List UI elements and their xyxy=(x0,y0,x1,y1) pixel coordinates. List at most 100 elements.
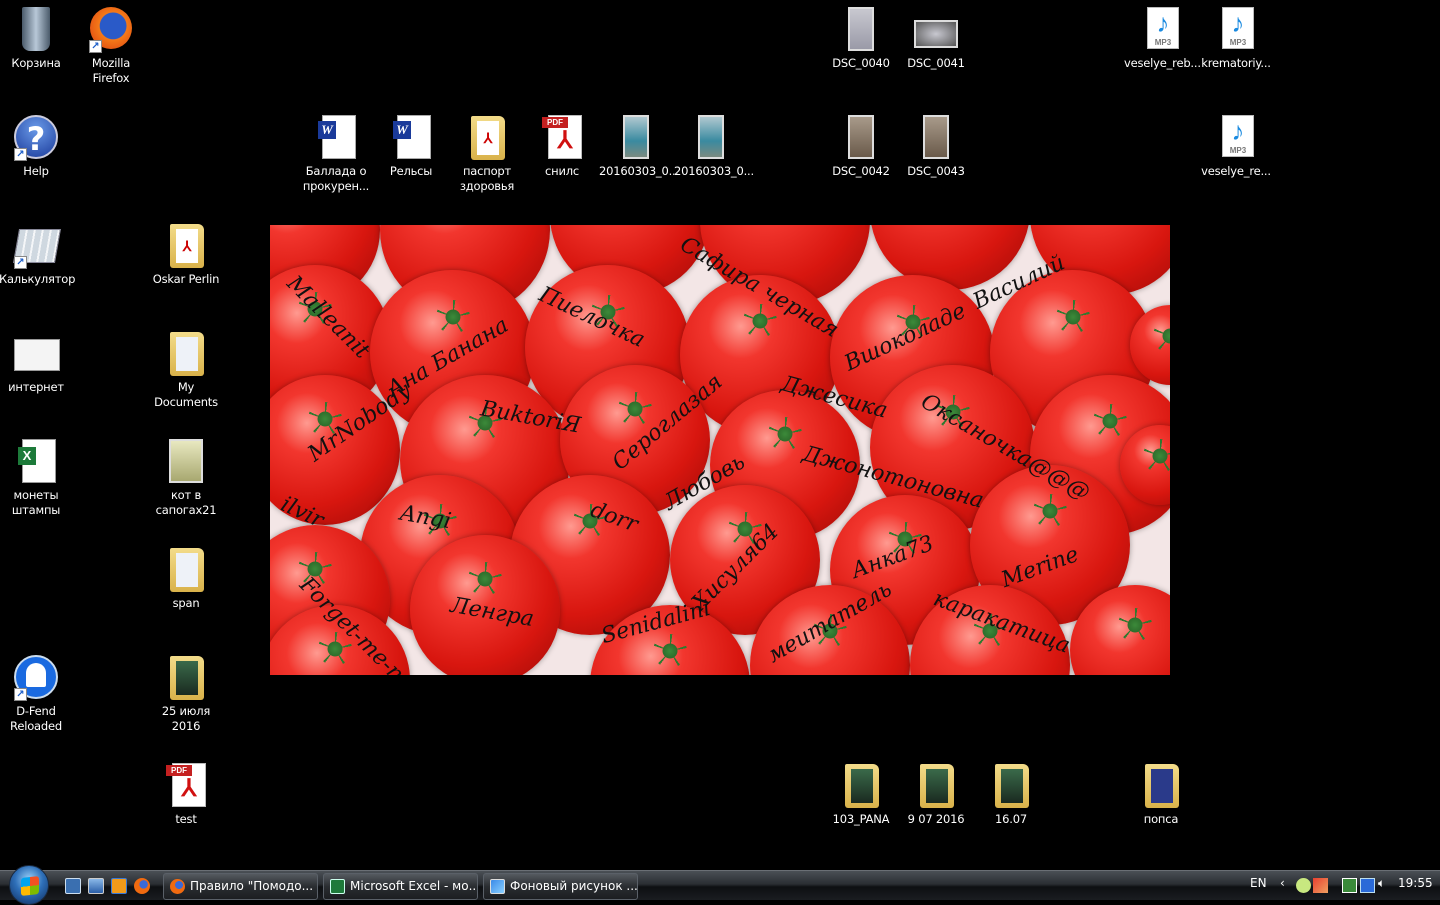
desktop-icon-label: кот в сапогах21 xyxy=(155,488,217,517)
desktop-icon-recycle-bin[interactable]: Корзина xyxy=(0,5,73,71)
desktop-icon-mp3[interactable]: ♪ MP3 veselye_re... xyxy=(1199,113,1273,179)
show-hidden-icons-chevron-icon[interactable]: ‹ xyxy=(1280,876,1285,890)
folder-pdf-icon: ⅄ xyxy=(463,113,511,161)
desktop-icon-label: DSC_0040 xyxy=(832,56,890,70)
desktop-icon-label: Рельсы xyxy=(389,164,433,178)
tomato-stem xyxy=(618,392,652,426)
task-label: Фоновый рисунок ... xyxy=(510,879,638,893)
desktop-icon-photo-light[interactable]: кот в сапогах21 xyxy=(149,437,223,518)
desktop-wallpaper: Malleanit Ана Банана Пиелочка Сафира черная… xyxy=(270,225,1170,675)
mp3-icon: ♪ MP3 xyxy=(1212,5,1260,53)
word-icon: W xyxy=(387,113,435,161)
desktop-icon-pdf[interactable]: ⅄ PDF снилс xyxy=(525,113,599,179)
desktop-icon-photo-paper-dark[interactable]: DSC_0042 xyxy=(824,113,898,179)
language-indicator[interactable]: EN xyxy=(1250,876,1267,890)
desktop-icon-folder-photo[interactable]: 25 июля 2016 xyxy=(149,653,223,734)
mp3-icon: ♪ MP3 xyxy=(1137,5,1185,53)
ccleaner-icon[interactable] xyxy=(1313,878,1328,893)
desktop-icon-image-doc[interactable]: интернет xyxy=(0,329,73,395)
task-label: Microsoft Excel - мо... xyxy=(350,879,478,893)
desktop-icon-folder-pdf[interactable]: ⅄ паспорт здоровья xyxy=(450,113,524,194)
tomato-stem xyxy=(653,633,687,668)
photo-light-icon xyxy=(162,437,210,485)
shortcut-arrow-icon: ↗ xyxy=(14,688,27,701)
excel-icon xyxy=(330,879,345,894)
folder-icon xyxy=(162,329,210,377)
desktop-icon-label: снилс xyxy=(545,164,579,178)
desktop-icon-folder-pdf[interactable]: ⅄ Oskar Perlin xyxy=(149,221,223,287)
folder-blue-icon xyxy=(1137,761,1185,809)
tomato-stem xyxy=(1143,439,1170,474)
task-firefox[interactable]: Правило "Помодо... xyxy=(163,873,318,900)
firefox-icon: ↗ xyxy=(87,5,135,53)
desktop-icon-label: Oskar Perlin xyxy=(152,272,220,286)
desktop-icon-folder[interactable]: span xyxy=(149,545,223,611)
excel-icon: X xyxy=(12,437,60,485)
clock[interactable]: 19:55 xyxy=(1398,876,1433,890)
switch-windows-icon[interactable] xyxy=(88,878,104,894)
desktop-icon-word[interactable]: W Баллада о прокурен... xyxy=(299,113,373,194)
desktop-icon-label: My Documents xyxy=(154,380,218,409)
tomato-stem xyxy=(1055,299,1090,334)
word-icon: W xyxy=(312,113,360,161)
folder-icon xyxy=(162,545,210,593)
desktop-icon-label: Корзина xyxy=(11,56,61,70)
tomato-stem xyxy=(768,417,802,451)
desktop-icon-label: span xyxy=(172,596,200,610)
task-excel[interactable]: Microsoft Excel - мо... xyxy=(323,873,478,900)
desktop-icon-label: Help xyxy=(23,164,49,178)
desktop-icon-label: DSC_0041 xyxy=(907,56,965,70)
desktop-icon-label: 25 июля 2016 xyxy=(161,704,211,733)
desktop-icon-folder[interactable]: My Documents xyxy=(149,329,223,410)
recycle-bin-icon xyxy=(12,5,60,53)
desktop-icon-label: veselye_re... xyxy=(1201,164,1271,178)
tray-app-icon[interactable] xyxy=(1296,878,1311,893)
network-icon[interactable] xyxy=(1360,878,1375,893)
desktop-icon-label: 20160303_0... xyxy=(599,164,679,178)
photo-paper-dark-icon xyxy=(912,113,960,161)
media-player-icon[interactable] xyxy=(111,878,127,894)
desktop-icon-word[interactable]: W Рельсы xyxy=(374,113,448,179)
desktop-icon-photo-paper-wide[interactable]: DSC_0041 xyxy=(899,5,973,71)
photo-people-icon xyxy=(612,113,660,161)
desktop-icon-label: D-Fend Reloaded xyxy=(10,704,62,733)
photo-paper-wide-icon xyxy=(912,5,960,53)
folder-photo-icon xyxy=(162,653,210,701)
calculator-icon: ↗ xyxy=(12,221,61,269)
desktop-icon-help[interactable]: ? ↗ Help xyxy=(0,113,73,179)
desktop-icon-label: паспорт здоровья xyxy=(459,164,515,193)
task-label: Правило "Помодо... xyxy=(190,879,314,893)
dfend-icon: ↗ xyxy=(12,653,60,701)
desktop-icon-label: попса xyxy=(1143,812,1179,826)
desktop-icon-pdf[interactable]: ⅄ PDF test xyxy=(149,761,223,827)
desktop-icon-photo-people[interactable]: 20160303_0... xyxy=(599,113,679,179)
desktop-icon-excel[interactable]: Xмонеты штампы xyxy=(0,437,73,518)
desktop-icon-folder-blue[interactable]: попса xyxy=(1124,761,1198,827)
desktop-icon-folder-photo[interactable]: 16.07 xyxy=(974,761,1048,827)
power-icon[interactable] xyxy=(1342,878,1357,893)
desktop-icon-photo-paper[interactable]: DSC_0040 xyxy=(824,5,898,71)
start-button[interactable] xyxy=(9,865,49,905)
desktop-icon-label: 16.07 xyxy=(995,812,1027,826)
firefox-quicklaunch-icon[interactable] xyxy=(134,878,150,894)
tomato-stem xyxy=(1118,608,1152,643)
desktop-icon-calculator[interactable]: ↗ Калькулятор xyxy=(0,221,75,287)
desktop-icon-label: DSC_0043 xyxy=(907,164,965,178)
tomato-stem xyxy=(1093,403,1127,438)
shortcut-arrow-icon: ↗ xyxy=(89,40,102,53)
desktop-icon-folder-photo[interactable]: 9 07 2016 xyxy=(899,761,973,827)
desktop-icon-photo-people[interactable]: 20160303_0... xyxy=(674,113,754,179)
volume-icon[interactable]: 🔈︎ xyxy=(1378,876,1385,891)
desktop-icon-folder-photo[interactable]: 103_PANA xyxy=(824,761,898,827)
desktop-icon-mp3[interactable]: ♪ MP3 veselye_reb... xyxy=(1124,5,1201,71)
firefox-icon xyxy=(170,879,185,894)
show-desktop-icon[interactable] xyxy=(65,878,81,894)
desktop-icon-photo-paper-dark[interactable]: DSC_0043 xyxy=(899,113,973,179)
image-doc-icon xyxy=(12,329,60,377)
task-personalize[interactable]: Фоновый рисунок ... xyxy=(483,873,638,900)
desktop-icon-mp3[interactable]: ♪ MP3 krematoriy... xyxy=(1199,5,1273,71)
desktop-icon-label: krematoriy... xyxy=(1201,56,1271,70)
desktop-icon-label: 103_PANA xyxy=(832,812,890,826)
desktop-icon-dfend[interactable]: ↗ D-Fend Reloaded xyxy=(0,653,73,734)
desktop-icon-firefox[interactable]: ↗ Mozilla Firefox xyxy=(74,5,148,86)
